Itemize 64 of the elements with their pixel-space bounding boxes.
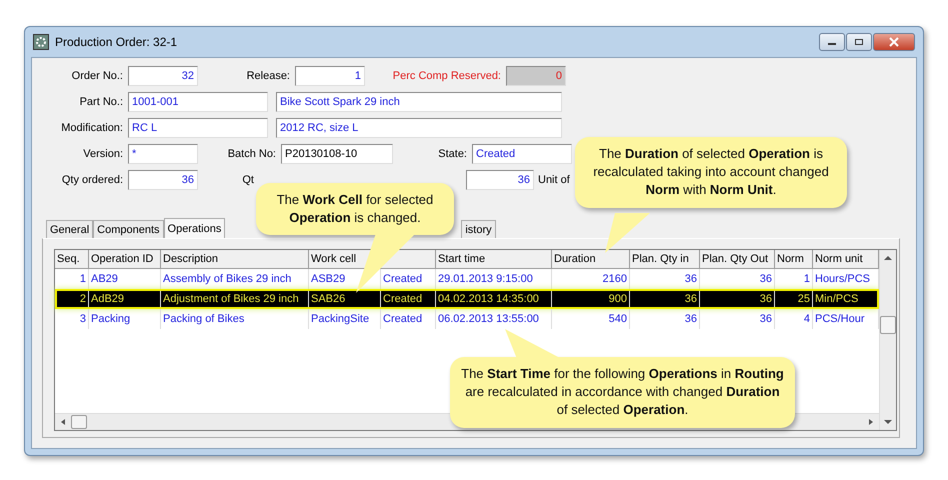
column-header[interactable]: Norm (775, 250, 813, 269)
order-number-field[interactable]: 32 (128, 66, 198, 86)
state-field[interactable]: Created (472, 144, 572, 164)
modification-field[interactable]: RC L (128, 118, 268, 138)
table-cell: 04.02.2013 14:35:00 (436, 289, 552, 309)
field-label: Order No.: (70, 70, 124, 82)
column-header[interactable]: Start time (436, 250, 552, 269)
table-cell: 4 (775, 309, 813, 329)
part-description-field[interactable]: Bike Scott Spark 29 inch (276, 92, 562, 112)
version-field[interactable]: * (128, 144, 198, 164)
field-label: Release: (246, 70, 291, 82)
table-row[interactable]: 2 AdB29 Adjustment of Bikes 29 inch SAB26 Created 04.02.2013 14:35:00 900 36 36 25 Min/PCS (55, 289, 879, 309)
field-label: Part No.: (78, 96, 124, 108)
field-label: Unit of (537, 174, 571, 186)
tab[interactable]: General (46, 220, 94, 238)
table-cell: Packing (89, 309, 161, 329)
qty-estimated-field[interactable]: 36 (466, 170, 534, 190)
tab[interactable]: istory (461, 220, 496, 238)
tab[interactable]: Operations (164, 218, 226, 238)
table-cell: 36 (700, 309, 775, 329)
modification-description-field[interactable]: 2012 RC, size L (276, 118, 562, 138)
table-cell: Adjustment of Bikes 29 inch (161, 289, 309, 309)
table-cell: 3 (55, 309, 89, 329)
table-cell: 36 (700, 289, 775, 309)
close-icon (888, 37, 900, 47)
field-label: Version: (82, 148, 124, 160)
field-label: Batch No: (226, 148, 277, 160)
table-cell: Created (381, 309, 436, 329)
column-header[interactable]: Plan. Qty Out (700, 250, 775, 269)
table-cell: 2 (55, 289, 89, 309)
maximize-icon (854, 38, 864, 46)
minimize-button[interactable] (819, 33, 845, 51)
table-cell: AdB29 (89, 289, 161, 309)
field-label: Perc Comp Reserved: (392, 70, 502, 82)
table-cell: 540 (552, 309, 630, 329)
column-header[interactable]: Plan. Qty in (630, 250, 700, 269)
table-row[interactable]: 3 Packing Packing of Bikes PackingSite Created 06.02.2013 13:55:00 540 36 36 4 PCS/Hour (55, 309, 879, 329)
table-cell: 36 (630, 309, 700, 329)
tab[interactable]: Components (93, 220, 164, 238)
column-header[interactable]: Description (161, 250, 309, 269)
field-label: Modification: (60, 122, 124, 134)
table-cell: Created (381, 289, 436, 309)
part-number-field[interactable]: 1001-001 (128, 92, 268, 112)
field-label: State: (437, 148, 468, 160)
field-label: Qty ordered: (60, 174, 124, 186)
release-field[interactable]: 1 (295, 66, 365, 86)
table-cell: 900 (552, 289, 630, 309)
column-header[interactable]: Duration (552, 250, 630, 269)
gear-icon (33, 34, 49, 50)
batch-number-field[interactable]: P20130108-10 (281, 144, 393, 164)
scrollbar-thumb[interactable] (880, 316, 896, 334)
column-header[interactable]: Operation ID (89, 250, 161, 269)
table-cell: 06.02.2013 13:55:00 (436, 309, 552, 329)
qty-ordered-field[interactable]: 36 (128, 170, 198, 190)
table-cell: 25 (775, 289, 813, 309)
table-cell: PackingSite (309, 309, 381, 329)
maximize-button[interactable] (846, 33, 872, 51)
table-cell: 36 (630, 289, 700, 309)
field-label: Qt (241, 174, 255, 186)
window-title: Production Order: 32-1 (55, 35, 178, 49)
table-cell: Packing of Bikes (161, 309, 309, 329)
close-button[interactable] (873, 33, 915, 51)
scrollbar-thumb[interactable] (71, 415, 87, 429)
column-header[interactable]: Seq. (55, 250, 89, 269)
